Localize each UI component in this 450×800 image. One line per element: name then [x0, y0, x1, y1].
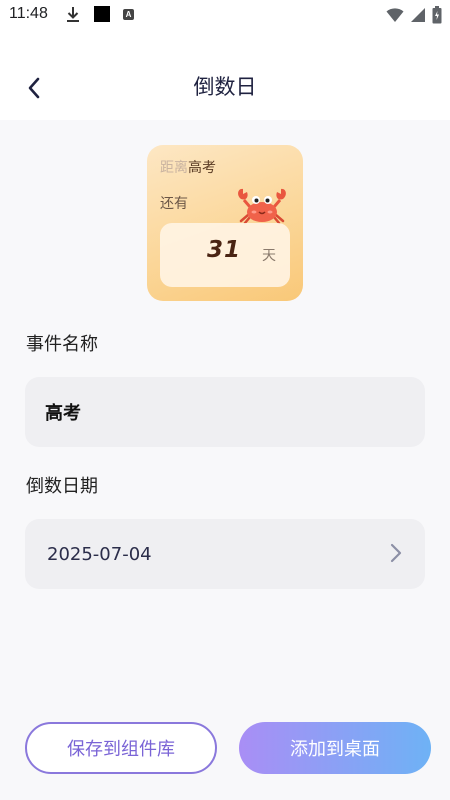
- widget-days-box: 31 天: [160, 223, 290, 287]
- battery-icon: [432, 6, 442, 28]
- status-bar: 11:48 A: [0, 0, 450, 30]
- add-to-desktop-button[interactable]: 添加到桌面: [239, 722, 431, 774]
- widget-days-unit: 天: [262, 248, 276, 264]
- countdown-date-value: 2025-07-04: [47, 543, 152, 565]
- wifi-icon: [386, 7, 404, 27]
- event-name-label: 事件名称: [26, 334, 98, 355]
- download-icon: [66, 5, 80, 28]
- event-name-input[interactable]: [25, 377, 425, 447]
- save-to-widget-library-button[interactable]: 保存到组件库: [25, 722, 217, 774]
- widget-days-number: 31: [207, 237, 242, 263]
- countdown-widget-preview: 距离高考 还有 31 天: [147, 145, 303, 301]
- countdown-date-label: 倒数日期: [26, 476, 98, 497]
- notification-square-icon: [94, 6, 110, 22]
- widget-still-label: 还有: [160, 196, 188, 212]
- status-time: 11:48: [9, 5, 48, 22]
- chevron-right-icon: [390, 543, 402, 563]
- crab-icon: [238, 188, 286, 225]
- page-title: 倒数日: [193, 75, 257, 99]
- a-badge-icon: A: [123, 9, 134, 20]
- widget-title: 距离高考: [160, 159, 216, 177]
- widget-event-name: 高考: [188, 160, 216, 176]
- app-screen: 11:48 A 倒数日 距离高考 还有 31 天 事件名称 高考 倒数日期 20…: [0, 0, 450, 800]
- signal-icon: [410, 7, 426, 27]
- status-right-icons: [386, 6, 442, 28]
- countdown-date-picker[interactable]: 2025-07-04: [25, 519, 425, 589]
- nav-bar: 倒数日: [0, 30, 450, 120]
- widget-title-prefix: 距离: [160, 160, 188, 176]
